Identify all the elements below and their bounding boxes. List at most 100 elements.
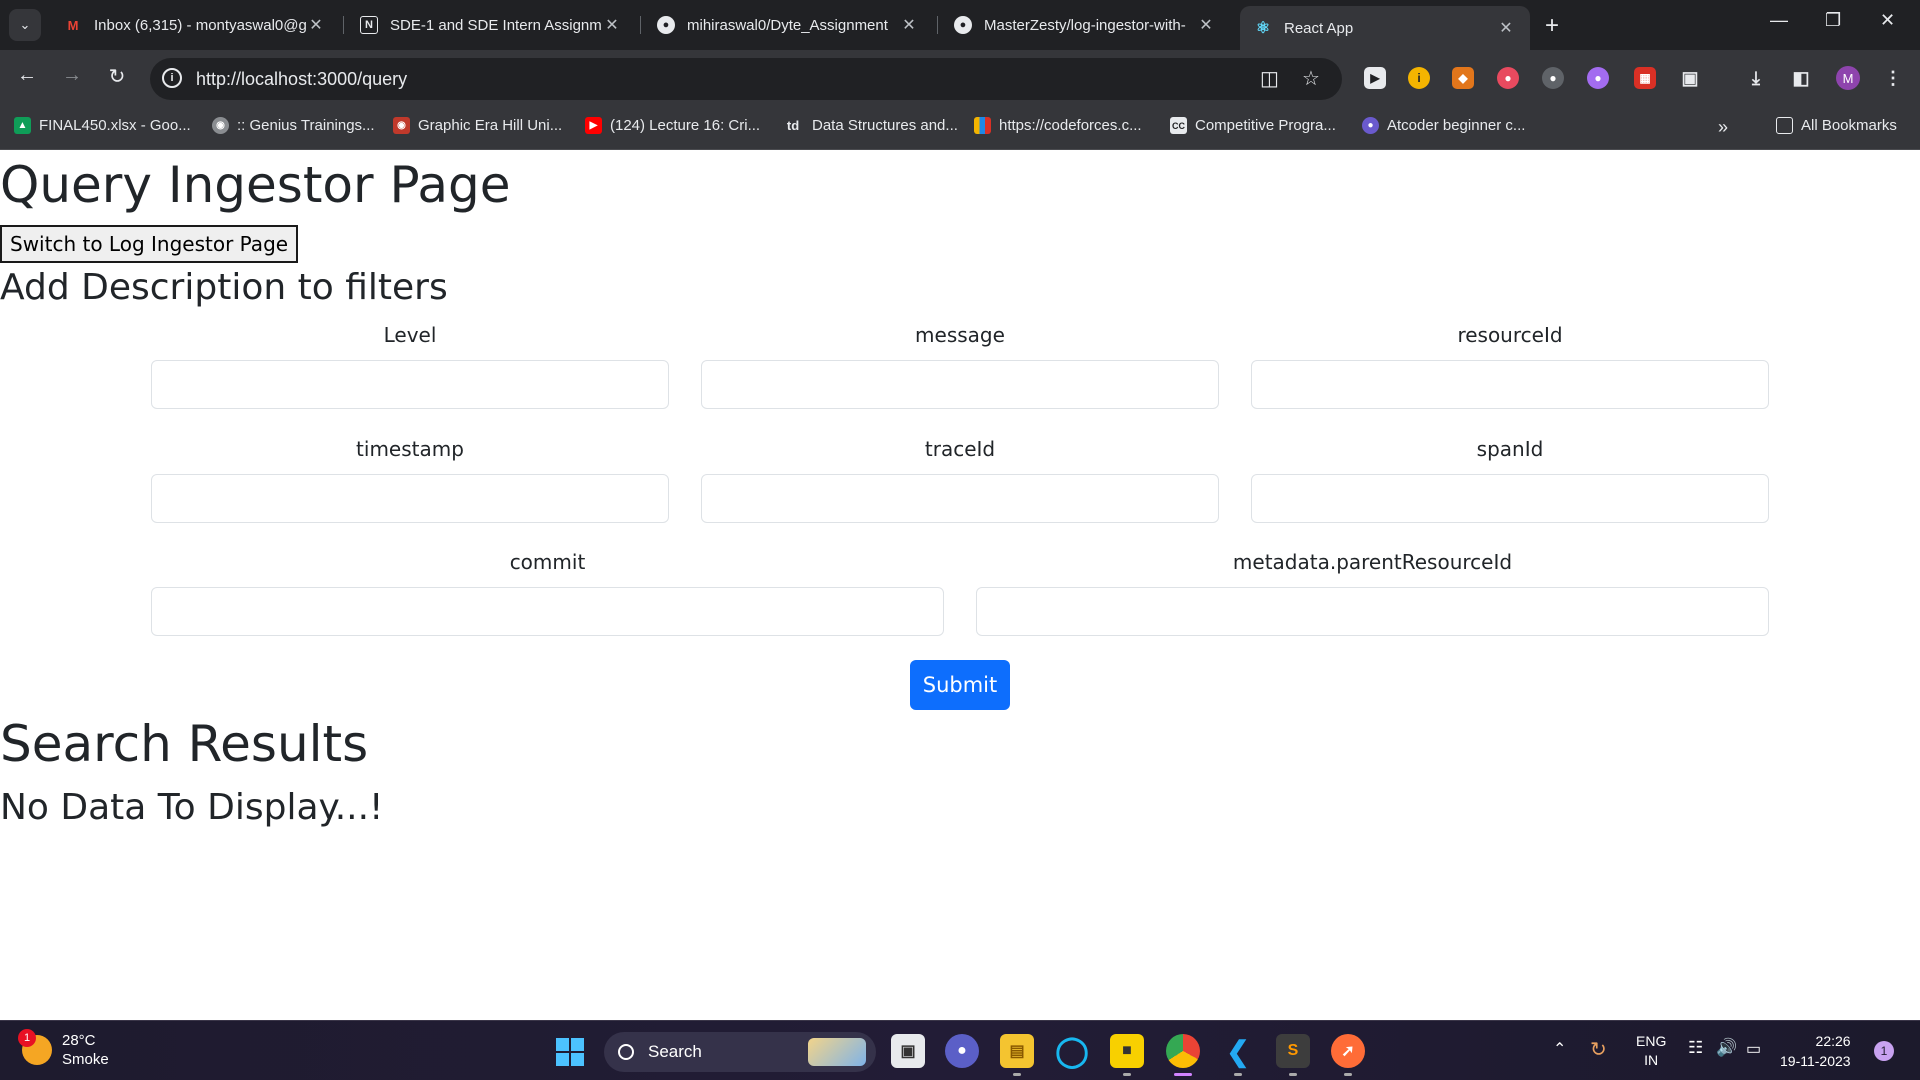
volume-icon[interactable]: 🔊 bbox=[1716, 1038, 1737, 1058]
wifi-icon[interactable]: ☷ bbox=[1688, 1038, 1703, 1058]
postman-icon[interactable]: ➚ bbox=[1331, 1034, 1365, 1076]
resourceid-field: resourceId bbox=[1251, 321, 1769, 409]
filters-heading: Add Description to filters bbox=[0, 267, 448, 308]
media-extension-icon[interactable]: ▶ bbox=[1364, 67, 1386, 89]
weather-badge: 1 bbox=[18, 1029, 36, 1047]
bookmark-item[interactable]: td Data Structures and... bbox=[782, 117, 958, 134]
profile-avatar[interactable]: M bbox=[1836, 66, 1860, 90]
tab-divider bbox=[937, 16, 938, 34]
clock[interactable]: 22:26 19-11-2023 bbox=[1780, 1031, 1851, 1071]
language-bottom: IN bbox=[1644, 1052, 1659, 1068]
info-extension-icon[interactable]: i bbox=[1408, 67, 1430, 89]
running-indicator bbox=[1013, 1073, 1021, 1076]
close-icon[interactable]: ✕ bbox=[602, 15, 622, 35]
language-indicator[interactable]: ENG IN bbox=[1636, 1032, 1666, 1070]
commit-input[interactable] bbox=[151, 587, 944, 636]
windows-logo-icon bbox=[571, 1053, 584, 1066]
forward-button[interactable]: → bbox=[57, 64, 87, 87]
side-panel-icon[interactable]: ◧ bbox=[1790, 67, 1812, 89]
plus-icon: + bbox=[1545, 12, 1560, 39]
sync-icon[interactable]: ↻ bbox=[1590, 1037, 1607, 1062]
site-info-icon[interactable]: i bbox=[162, 68, 182, 88]
start-button[interactable] bbox=[556, 1038, 584, 1066]
chrome-icon[interactable] bbox=[1166, 1034, 1200, 1076]
back-button[interactable]: ← bbox=[12, 64, 42, 87]
bookmark-label: :: Genius Trainings... bbox=[237, 117, 375, 134]
minimize-button[interactable]: — bbox=[1770, 10, 1788, 31]
timestamp-input[interactable] bbox=[151, 474, 669, 523]
chevron-up-icon[interactable]: ⌃ bbox=[1553, 1039, 1566, 1059]
running-indicator bbox=[1344, 1073, 1352, 1076]
bookmark-label: Competitive Progra... bbox=[1195, 117, 1336, 134]
windows-logo-icon bbox=[571, 1038, 584, 1051]
weather-condition: Smoke bbox=[62, 1051, 109, 1068]
resourceid-input[interactable] bbox=[1251, 360, 1769, 409]
no-data-message: No Data To Display...! bbox=[0, 787, 384, 828]
chevron-double-right-icon: » bbox=[1718, 117, 1729, 137]
notification-badge[interactable]: 1 bbox=[1874, 1041, 1894, 1061]
bookmark-item[interactable]: CC Competitive Progra... bbox=[1170, 117, 1336, 134]
tab-github-dyte[interactable]: ● mihiraswal0/Dyte_Assignment ✕ bbox=[643, 8, 933, 42]
restore-button[interactable]: ❐ bbox=[1825, 10, 1841, 31]
teams-chat-icon[interactable]: ● bbox=[945, 1034, 979, 1068]
kebab-menu-icon[interactable]: ⋮ bbox=[1882, 67, 1904, 89]
extensions-puzzle-icon[interactable]: ▣ bbox=[1679, 67, 1701, 89]
battery-icon[interactable]: ▭ bbox=[1746, 1039, 1761, 1059]
spanid-input[interactable] bbox=[1251, 474, 1769, 523]
bookmark-label: (124) Lecture 16: Cri... bbox=[610, 117, 761, 134]
download-icon[interactable]: ⤓ bbox=[1745, 67, 1767, 89]
tab-search-button[interactable]: ⌄ bbox=[9, 9, 41, 41]
purple-extension-icon[interactable]: ● bbox=[1587, 67, 1609, 89]
tab-gmail[interactable]: M Inbox (6,315) - montyaswal0@gmail.com … bbox=[50, 8, 340, 42]
weather-widget[interactable]: 1 28°C Smoke bbox=[18, 1029, 109, 1069]
arrow-right-icon: → bbox=[62, 64, 82, 86]
window-close-button[interactable]: ✕ bbox=[1880, 10, 1895, 31]
all-bookmarks-button[interactable]: All Bookmarks bbox=[1776, 117, 1897, 134]
bookmark-item[interactable]: ◉ Graphic Era Hill Uni... bbox=[393, 117, 562, 134]
tab-notion[interactable]: N SDE-1 and SDE Intern Assignment ✕ bbox=[346, 8, 636, 42]
reload-icon: ↻ bbox=[108, 66, 126, 88]
traceid-input[interactable] bbox=[701, 474, 1219, 523]
message-input[interactable] bbox=[701, 360, 1219, 409]
windows-logo-icon bbox=[556, 1038, 569, 1051]
parent-resource-id-input[interactable] bbox=[976, 587, 1769, 636]
windows-logo-icon bbox=[556, 1053, 569, 1066]
close-icon[interactable]: ✕ bbox=[1496, 18, 1516, 38]
submit-button[interactable]: Submit bbox=[910, 660, 1010, 710]
codechef-icon: CC bbox=[1170, 117, 1187, 134]
switch-to-log-ingestor-button[interactable]: Switch to Log Ingestor Page bbox=[0, 225, 299, 263]
bookmark-item[interactable]: ▶ (124) Lecture 16: Cri... bbox=[585, 117, 760, 134]
bookmark-item[interactable]: ▲ FINAL450.xlsx - Goo... bbox=[14, 117, 191, 134]
more-bookmarks-button[interactable]: » bbox=[1718, 117, 1728, 138]
tab-github-log-ingestor[interactable]: ● MasterZesty/log-ingestor-with- ✕ bbox=[940, 8, 1230, 42]
cortana-icon[interactable]: ◯ bbox=[1055, 1034, 1089, 1068]
metamask-icon[interactable]: ◆ bbox=[1452, 67, 1474, 89]
sublime-text-icon[interactable]: S bbox=[1276, 1034, 1310, 1076]
grid-extension-icon[interactable]: ▦ bbox=[1634, 67, 1656, 89]
tab-react-app[interactable]: ⚛ React App ✕ bbox=[1240, 6, 1530, 50]
vscode-icon[interactable]: ❮ bbox=[1221, 1034, 1255, 1076]
level-input[interactable] bbox=[151, 360, 669, 409]
shield-extension-icon[interactable]: ● bbox=[1542, 67, 1564, 89]
traceid-label: traceId bbox=[924, 437, 996, 461]
new-tab-button[interactable]: + bbox=[1545, 12, 1559, 40]
install-app-icon[interactable]: ◫ bbox=[1260, 66, 1279, 91]
taskbar-search[interactable]: Search bbox=[604, 1032, 876, 1072]
color-extension-icon[interactable]: ● bbox=[1497, 67, 1519, 89]
bookmark-item[interactable]: https://codeforces.c... bbox=[974, 117, 1142, 134]
file-explorer-icon[interactable]: ▤ bbox=[1000, 1034, 1034, 1076]
reload-button[interactable]: ↻ bbox=[102, 64, 132, 89]
close-icon[interactable]: ✕ bbox=[899, 15, 919, 35]
drive-icon: ▲ bbox=[14, 117, 31, 134]
close-icon[interactable]: ✕ bbox=[1196, 15, 1216, 35]
bookmark-item[interactable]: ◉ :: Genius Trainings... bbox=[212, 117, 375, 134]
star-icon[interactable]: ☆ bbox=[1302, 66, 1320, 91]
bookmark-item[interactable]: ● Atcoder beginner c... bbox=[1362, 117, 1525, 134]
sticky-notes-icon[interactable]: ■ bbox=[1110, 1034, 1144, 1076]
task-view-icon[interactable]: ▣ bbox=[891, 1034, 925, 1068]
clock-date: 19-11-2023 bbox=[1780, 1053, 1851, 1069]
url-text[interactable]: http://localhost:3000/query bbox=[196, 69, 407, 90]
tab-title: SDE-1 and SDE Intern Assignment bbox=[390, 16, 602, 34]
address-bar[interactable]: i http://localhost:3000/query ◫ ☆ bbox=[150, 58, 1342, 100]
close-icon[interactable]: ✕ bbox=[306, 15, 326, 35]
